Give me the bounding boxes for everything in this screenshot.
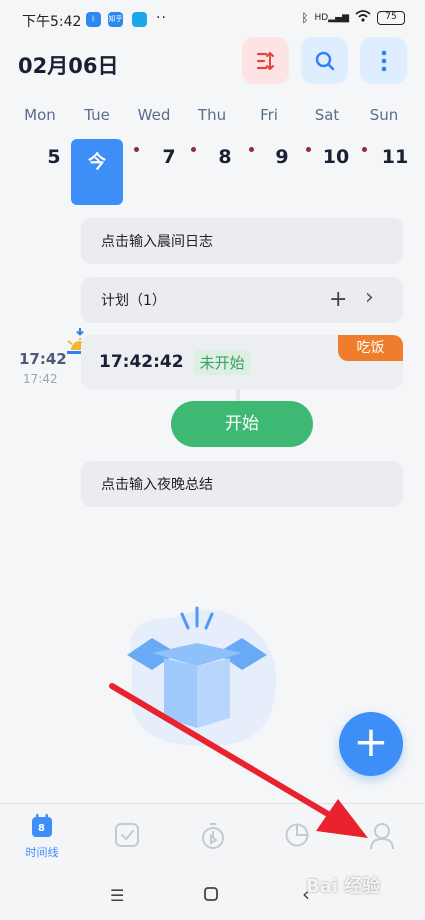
checkbox-icon [115, 823, 139, 847]
bottom-tab-bar: 8 时间线 [0, 803, 425, 871]
status-bar: 下午5:42 ᛒ 知乎 ·· ᛒ HD▂▄▆ 75 [0, 0, 425, 36]
tab-timeline-label: 时间线 [25, 846, 59, 859]
plan-label: 计划（1） [101, 293, 166, 309]
tab-profile[interactable] [352, 822, 412, 854]
empty-box-illustration [112, 598, 282, 752]
weekday-sat: Sat [314, 106, 340, 124]
app-notification-icon [132, 12, 147, 27]
add-button[interactable]: + [339, 712, 403, 776]
event-dot [134, 147, 139, 152]
bluetooth-icon: ᛒ [301, 10, 309, 25]
weekday-thu: Thu [197, 106, 227, 124]
page-title[interactable]: 02月06日 [18, 50, 118, 80]
chevron-right-icon[interactable]: › [365, 287, 374, 309]
sort-button[interactable] [242, 37, 289, 84]
weekday-wed: Wed [137, 106, 171, 124]
search-button[interactable] [301, 37, 348, 84]
timeline-badge: 8 [38, 823, 45, 834]
date-11[interactable]: 11 [375, 146, 415, 168]
wifi-icon [355, 10, 371, 25]
menu-icon[interactable]: ☰ [110, 886, 124, 905]
event-dot [362, 147, 367, 152]
tab-timer[interactable] [183, 822, 243, 854]
task-time: 17:42:42 [99, 352, 184, 372]
morning-journal-card[interactable]: 点击输入晨间日志 [81, 218, 403, 264]
search-icon [315, 51, 334, 70]
sort-icon [256, 51, 274, 70]
tab-tasks[interactable] [97, 822, 157, 852]
plan-card[interactable]: 计划（1） + › [81, 277, 403, 323]
night-summary-card[interactable]: 点击输入夜晚总结 [81, 461, 403, 507]
more-notifications-icon: ·· [156, 10, 167, 26]
watermark: Bai 经验 [306, 876, 381, 897]
night-summary-label: 点击输入夜晚总结 [101, 477, 213, 493]
more-vertical-icon [381, 50, 386, 71]
signal-icon: HD▂▄▆ [314, 12, 349, 23]
weekday-tue: Tue [84, 106, 110, 124]
event-dot [306, 147, 311, 152]
event-dot [191, 147, 196, 152]
timeline-time: 17:42 [19, 350, 67, 368]
weekday-fri: Fri [260, 106, 278, 124]
more-button[interactable] [360, 37, 407, 84]
zhihu-notification-icon: 知乎 [108, 12, 123, 27]
tab-stats[interactable] [267, 822, 327, 852]
timer-icon [202, 823, 224, 849]
date-5[interactable]: 5 [34, 146, 74, 168]
weekday-sun: Sun [369, 106, 399, 124]
date-8[interactable]: 8 [205, 146, 245, 168]
tab-timeline[interactable]: 8 时间线 [12, 814, 72, 860]
category-tag: 吃饭 [338, 335, 403, 361]
date-10[interactable]: 10 [316, 146, 356, 168]
battery-icon: 75 [377, 10, 405, 25]
add-plan-icon[interactable]: + [329, 289, 347, 311]
pie-chart-icon [285, 823, 309, 847]
weekday-mon: Mon [24, 106, 56, 124]
start-button[interactable]: 开始 [171, 401, 313, 447]
timeline-sub-time: 17:42 [23, 372, 58, 386]
status-badge: 未开始 [193, 349, 251, 375]
morning-journal-label: 点击输入晨间日志 [101, 234, 213, 250]
event-dot [249, 147, 254, 152]
date-9[interactable]: 9 [262, 146, 302, 168]
home-icon[interactable] [204, 886, 218, 905]
date-7[interactable]: 7 [149, 146, 189, 168]
date-today[interactable]: 今 [71, 139, 123, 205]
status-time: 下午5:42 [22, 14, 82, 30]
annotation-arrow [109, 683, 368, 838]
bluetooth-notification-icon: ᛒ [86, 12, 101, 27]
user-icon [370, 823, 394, 850]
task-card[interactable]: 17:42:42 未开始 吃饭 [81, 335, 403, 389]
